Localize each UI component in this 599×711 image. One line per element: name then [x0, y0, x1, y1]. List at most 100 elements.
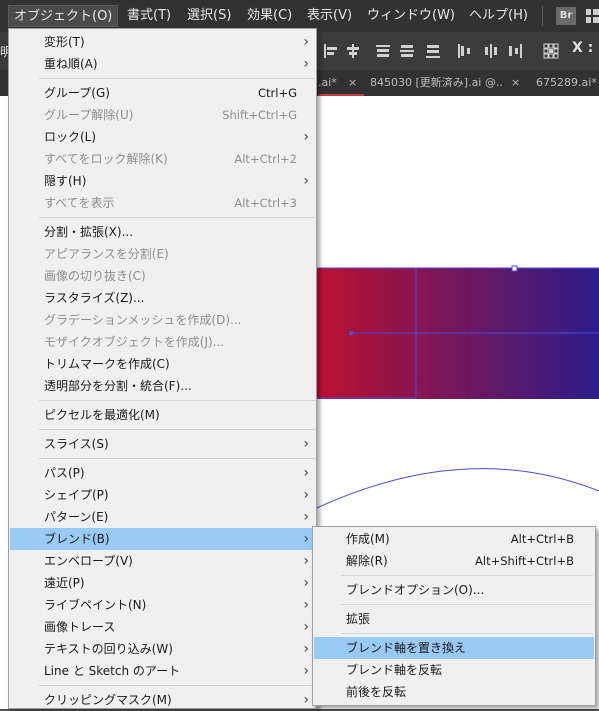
menu-separator	[39, 400, 315, 401]
menu-item-label: 前後を反転	[346, 685, 407, 699]
chevron-right-icon: ›	[303, 692, 309, 708]
menu-item-label: 解除(R)	[346, 554, 388, 568]
menu-item-27[interactable]: エンベロープ(V) ›	[10, 550, 315, 572]
menu-item-label: エンベロープ(V)	[44, 554, 133, 568]
close-icon[interactable]: ×	[511, 70, 520, 96]
bridge-button[interactable]: Br	[556, 7, 576, 25]
transform-grid-icon[interactable]	[542, 42, 560, 60]
menu-item-5[interactable]: ロック(L) ›	[10, 126, 315, 148]
blend-menu-item-3[interactable]: ブレンドオプション(O)...	[314, 579, 594, 601]
menu-item-34[interactable]: クリッピングマスク(M) ›	[10, 689, 315, 711]
menu-item-29[interactable]: ライブペイント(N) ›	[10, 594, 315, 616]
menu-item-0[interactable]: 変形(T) ›	[10, 31, 315, 53]
chevron-right-icon: ›	[303, 34, 309, 50]
menu-item-label: ラスタライズ(Z)...	[44, 291, 145, 305]
menu-item-7[interactable]: 隠す(H) ›	[10, 170, 315, 192]
distribute-icon[interactable]	[482, 42, 500, 60]
menu-item-label: 遠近(P)	[44, 576, 85, 590]
menu-item-label: 透明部分を分割・統合(F)...	[44, 379, 192, 393]
menu-item-label: アピアランスを分割(E)	[44, 247, 169, 261]
menu-item-label: グループ(G)	[44, 86, 110, 100]
menu-item-shortcut: Alt+Ctrl+2	[234, 152, 297, 166]
menu-item-label: 分割・拡張(X)...	[44, 225, 134, 239]
menubar-divider	[542, 6, 543, 26]
menu-item-label: 画像トレース	[44, 620, 116, 634]
menu-item-28[interactable]: 遠近(P) ›	[10, 572, 315, 594]
menu-item-17[interactable]: 透明部分を分割・統合(F)...	[10, 375, 315, 397]
chevron-right-icon: ›	[303, 56, 309, 72]
tab-document-2[interactable]: 845030 [更新済み].ai @...	[370, 70, 504, 96]
menu-separator	[39, 458, 315, 459]
menu-item-label: パス(P)	[44, 466, 85, 480]
menu-item-shortcut: Alt+Shift+Ctrl+B	[475, 554, 574, 568]
chevron-right-icon: ›	[303, 531, 309, 547]
menu-item-label: 拡張	[346, 612, 371, 626]
menu-item-label: 変形(T)	[44, 35, 85, 49]
menu-separator	[341, 604, 593, 605]
menu-item-label: すべてをロック解除(K)	[44, 152, 168, 166]
blend-menu-item-7[interactable]: ブレンド軸を置き換え	[314, 637, 594, 659]
menu-select[interactable]: 選択(S)	[182, 5, 236, 27]
distribute-horizontal-icon[interactable]	[506, 42, 524, 60]
menu-item-label: すべてを表示	[44, 196, 115, 210]
menu-item-21[interactable]: スライス(S) ›	[10, 433, 315, 455]
chevron-right-icon: ›	[303, 487, 309, 503]
menu-view[interactable]: 表示(V)	[302, 5, 357, 27]
menu-item-6: すべてをロック解除(K) Alt+Ctrl+2	[10, 148, 315, 170]
menu-effect[interactable]: 効果(C)	[242, 5, 297, 27]
tab-document-3[interactable]: 675289.ai* @	[536, 70, 599, 96]
align-top-icon[interactable]	[398, 42, 416, 60]
menu-window[interactable]: ウィンドウ(W)	[362, 5, 460, 27]
menu-item-32[interactable]: Line と Sketch のアート ›	[10, 660, 315, 682]
blend-menu-item-9[interactable]: 前後を反転	[314, 681, 594, 703]
menu-item-10[interactable]: 分割・拡張(X)...	[10, 221, 315, 243]
menu-item-label: パターン(E)	[44, 510, 109, 524]
menu-item-8: すべてを表示 Alt+Ctrl+3	[10, 192, 315, 214]
menu-item-label: グループ解除(U)	[44, 108, 134, 122]
menu-item-19[interactable]: ピクセルを最適化(M)	[10, 404, 315, 426]
menu-item-label: ブレンド(B)	[44, 532, 110, 546]
chevron-right-icon: ›	[303, 436, 309, 452]
align-left-icon[interactable]	[322, 42, 340, 60]
align-center-icon[interactable]	[344, 42, 362, 60]
object-menu-dropdown: 変形(T) › 重ね順(A) › グループ(G) Ctrl+G グループ解除(U) Shift…	[8, 28, 317, 709]
chevron-right-icon: ›	[303, 663, 309, 679]
menu-type[interactable]: 書式(T)	[122, 5, 176, 27]
menu-object[interactable]: オブジェクト(O)	[8, 5, 119, 27]
menu-item-26[interactable]: ブレンド(B) ›	[10, 528, 315, 550]
menu-item-label: クリッピングマスク(M)	[44, 693, 172, 707]
workspace-grid-icon[interactable]	[586, 9, 599, 23]
menu-help[interactable]: ヘルプ(H)	[464, 5, 533, 27]
menu-item-3[interactable]: グループ(G) Ctrl+G	[10, 82, 315, 104]
replacement-spine-arc[interactable]	[299, 468, 599, 517]
menu-item-25[interactable]: パターン(E) ›	[10, 506, 315, 528]
x-coordinate-label: X :	[572, 40, 594, 56]
chevron-right-icon: ›	[303, 465, 309, 481]
menu-item-24[interactable]: シェイプ(P) ›	[10, 484, 315, 506]
menu-item-4: グループ解除(U) Shift+Ctrl+G	[10, 104, 315, 126]
blend-menu-item-0[interactable]: 作成(M) Alt+Ctrl+B	[314, 528, 594, 550]
menu-item-1[interactable]: 重ね順(A) ›	[10, 53, 315, 75]
bounding-handle[interactable]	[511, 265, 518, 272]
spine-anchor-point[interactable]	[349, 331, 353, 335]
chevron-right-icon: ›	[303, 575, 309, 591]
chevron-right-icon: ›	[303, 173, 309, 189]
blend-menu-item-5[interactable]: 拡張	[314, 608, 594, 630]
chevron-right-icon: ›	[303, 553, 309, 569]
blend-menu-item-1[interactable]: 解除(R) Alt+Shift+Ctrl+B	[314, 550, 594, 572]
blend-menu-item-8[interactable]: ブレンド軸を反転	[314, 659, 594, 681]
align-right-icon[interactable]	[374, 42, 392, 60]
close-icon[interactable]: ×	[348, 70, 357, 96]
menu-item-16[interactable]: トリムマークを作成(C)	[10, 353, 315, 375]
menu-item-label: 隠す(H)	[44, 174, 87, 188]
menu-item-13[interactable]: ラスタライズ(Z)...	[10, 287, 315, 309]
align-bottom-icon[interactable]	[456, 42, 474, 60]
menu-item-31[interactable]: テキストの回り込み(W) ›	[10, 638, 315, 660]
align-middle-icon[interactable]	[424, 42, 442, 60]
menu-separator	[39, 429, 315, 430]
menu-item-30[interactable]: 画像トレース ›	[10, 616, 315, 638]
chevron-right-icon: ›	[303, 509, 309, 525]
menu-separator	[341, 633, 593, 634]
menu-item-label: スライス(S)	[44, 437, 109, 451]
menu-item-23[interactable]: パス(P) ›	[10, 462, 315, 484]
